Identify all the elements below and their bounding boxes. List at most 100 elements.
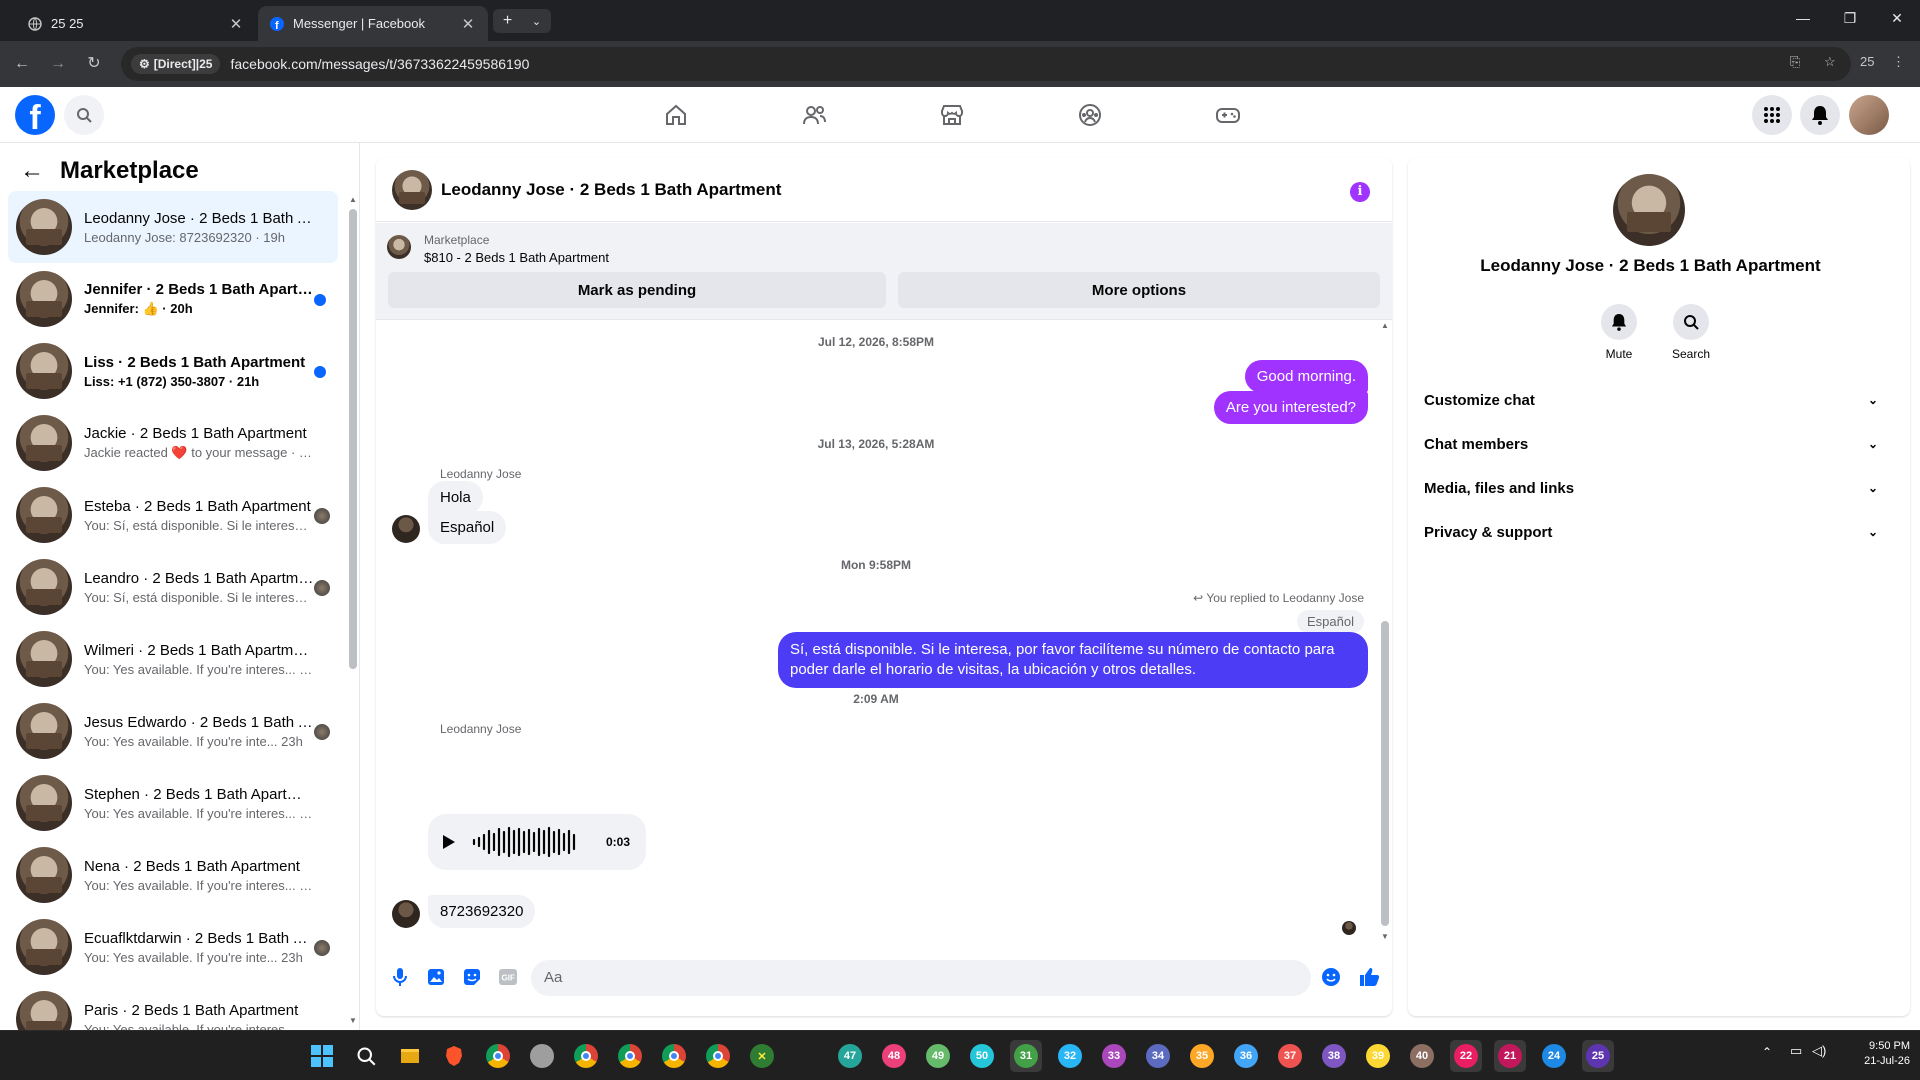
listing-price[interactable]: $810 - 2 Beds 1 Bath Apartment [424,250,609,265]
search-button[interactable] [64,95,104,135]
back-arrow-icon[interactable]: ← [10,52,34,76]
conversation-item[interactable]: Liss · 2 Beds 1 Bath Apartment Liss: +1 (… [8,335,338,407]
outgoing-message[interactable]: Good morning. [1244,360,1368,393]
incoming-message[interactable]: Hola [428,481,483,514]
chrome-profile-icon[interactable] [658,1040,690,1072]
facebook-logo-icon[interactable]: f [15,95,55,135]
omnibox[interactable]: ⚙ [Direct]|25 facebook.com/messages/t/367… [121,47,1851,81]
chrome-profile-icon[interactable] [570,1040,602,1072]
taskbar-profile-21[interactable]: 21 [1494,1040,1526,1072]
new-tab-icon[interactable]: + [503,12,512,30]
friends-icon[interactable] [800,101,828,129]
info-icon[interactable]: i [1350,182,1370,202]
mute-button[interactable]: Mute [1589,304,1649,361]
scroll-down-icon[interactable]: ▼ [349,1016,357,1025]
scrollbar-thumb[interactable] [349,209,357,669]
sender-avatar[interactable] [392,515,420,543]
brave-icon[interactable] [438,1040,470,1072]
more-options-button[interactable]: More options [898,272,1380,308]
conversation-item[interactable]: Leandro · 2 Beds 1 Bath Apartment You: Sí… [8,551,338,623]
chat-title[interactable]: Leodanny Jose · 2 Beds 1 Bath Apartment [441,180,781,200]
taskbar-profile-34[interactable]: 34 [1142,1040,1174,1072]
conversation-item[interactable]: Jackie · 2 Beds 1 Bath Apartment Jackie r… [8,407,338,479]
taskbar-search-icon[interactable] [350,1040,382,1072]
tab-list-chevron-icon[interactable]: ⌄ [532,15,541,28]
taskbar-profile-36[interactable]: 36 [1230,1040,1262,1072]
conversation-item[interactable]: Jesus Edwardo · 2 Beds 1 Bath Apartment Y… [8,695,338,767]
marketplace-icon[interactable] [938,101,966,129]
site-info-pill[interactable]: ⚙ [Direct]|25 [131,54,221,74]
network-icon[interactable]: ▭ [1790,1043,1802,1059]
close-tab-icon[interactable]: ✕ [228,15,244,33]
taskbar-profile-25[interactable]: 25 [1582,1040,1614,1072]
play-icon[interactable] [442,834,456,850]
incoming-message[interactable]: Español [428,511,507,544]
menu-grid-button[interactable] [1752,95,1792,135]
taskbar-profile-22[interactable]: 22 [1450,1040,1482,1072]
app-icon[interactable] [526,1040,558,1072]
chrome-profile-icon[interactable] [702,1040,734,1072]
chat-members-section[interactable]: Chat members ⌄ [1424,426,1878,462]
quoted-message[interactable]: Español [1297,610,1364,633]
browser-tab-2[interactable]: f Messenger | Facebook ✕ [258,6,488,41]
bookmark-star-icon[interactable]: ☆ [1824,54,1836,70]
browser-menu-icon[interactable]: ⋮ [1892,54,1905,70]
app-icon[interactable]: ✕ [746,1040,778,1072]
sticker-icon[interactable] [461,966,483,988]
taskbar-profile-40[interactable]: 40 [1406,1040,1438,1072]
volume-icon[interactable]: ◁) [1812,1043,1826,1059]
conversation-item[interactable]: Wilmeri · 2 Beds 1 Bath Apartment You: Ye… [8,623,338,695]
home-icon[interactable] [662,101,690,129]
close-tab-icon[interactable]: ✕ [460,15,476,33]
taskbar-profile-47[interactable]: 47 [834,1040,866,1072]
conversation-item[interactable]: Esteba · 2 Beds 1 Bath Apartment You: Sí,… [8,479,338,551]
conversation-item[interactable]: Ecuaflktdarwin · 2 Beds 1 Bath Apartment… [8,911,338,983]
media-files-links-section[interactable]: Media, files and links ⌄ [1424,470,1878,506]
start-icon[interactable] [306,1040,338,1072]
chat-scrollbar[interactable]: ▲ ▼ [1378,321,1392,941]
mark-as-pending-button[interactable]: Mark as pending [388,272,886,308]
customize-chat-section[interactable]: Customize chat ⌄ [1424,382,1878,418]
account-avatar[interactable] [1849,95,1889,135]
taskbar-profile-38[interactable]: 38 [1318,1040,1350,1072]
outgoing-message[interactable]: Are you interested? [1213,391,1368,424]
file-explorer-icon[interactable] [394,1040,426,1072]
outgoing-reply-message[interactable]: Sí, está disponible. Si le interesa, por… [778,632,1368,688]
browser-tab-1[interactable]: 25 25 ✕ [16,6,256,41]
conversation-item[interactable]: Stephen · 2 Beds 1 Bath Apartment You: Ye… [8,767,338,839]
gaming-icon[interactable] [1214,101,1242,129]
message-input[interactable]: Aa [531,960,1311,996]
taskbar-profile-32[interactable]: 32 [1054,1040,1086,1072]
photo-icon[interactable] [425,966,447,988]
gif-icon[interactable]: GIF [497,966,519,988]
restore-icon[interactable]: ❐ [1840,10,1860,27]
taskbar-profile-48[interactable]: 48 [878,1040,910,1072]
install-app-icon[interactable]: ⎘ [1790,54,1800,70]
groups-icon[interactable] [1076,101,1104,129]
taskbar-profile-49[interactable]: 49 [922,1040,954,1072]
chrome-profile-icon[interactable] [614,1040,646,1072]
scrollbar-thumb[interactable] [1381,621,1389,926]
chrome-profile-icon[interactable] [482,1040,514,1072]
forward-arrow-icon[interactable]: → [46,52,70,76]
profile-label[interactable]: 25 [1860,54,1874,69]
listing-thumbnail[interactable] [387,235,411,259]
info-thumbnail[interactable] [1613,174,1685,246]
taskbar-profile-24[interactable]: 24 [1538,1040,1570,1072]
tray-overflow-icon[interactable]: ⌃ [1762,1045,1772,1059]
taskbar-profile-37[interactable]: 37 [1274,1040,1306,1072]
sender-avatar[interactable] [392,900,420,928]
taskbar-profile-39[interactable]: 39 [1362,1040,1394,1072]
voice-message[interactable]: 0:03 [428,814,646,870]
taskbar-profile-35[interactable]: 35 [1186,1040,1218,1072]
minimize-icon[interactable]: — [1793,10,1813,26]
chat-thumbnail[interactable] [392,169,432,210]
window-close-icon[interactable]: ✕ [1887,10,1907,27]
conversation-item[interactable]: Jennifer · 2 Beds 1 Bath Apartment Jennif… [8,263,338,335]
conversation-item[interactable]: Leodanny Jose · 2 Beds 1 Bath Apartment L… [8,191,338,263]
emoji-icon[interactable] [1320,966,1342,988]
list-scrollbar[interactable]: ▲ ▼ [349,195,357,1025]
scroll-up-icon[interactable]: ▲ [349,195,357,204]
microphone-icon[interactable] [389,966,411,988]
privacy-support-section[interactable]: Privacy & support ⌄ [1424,514,1878,550]
